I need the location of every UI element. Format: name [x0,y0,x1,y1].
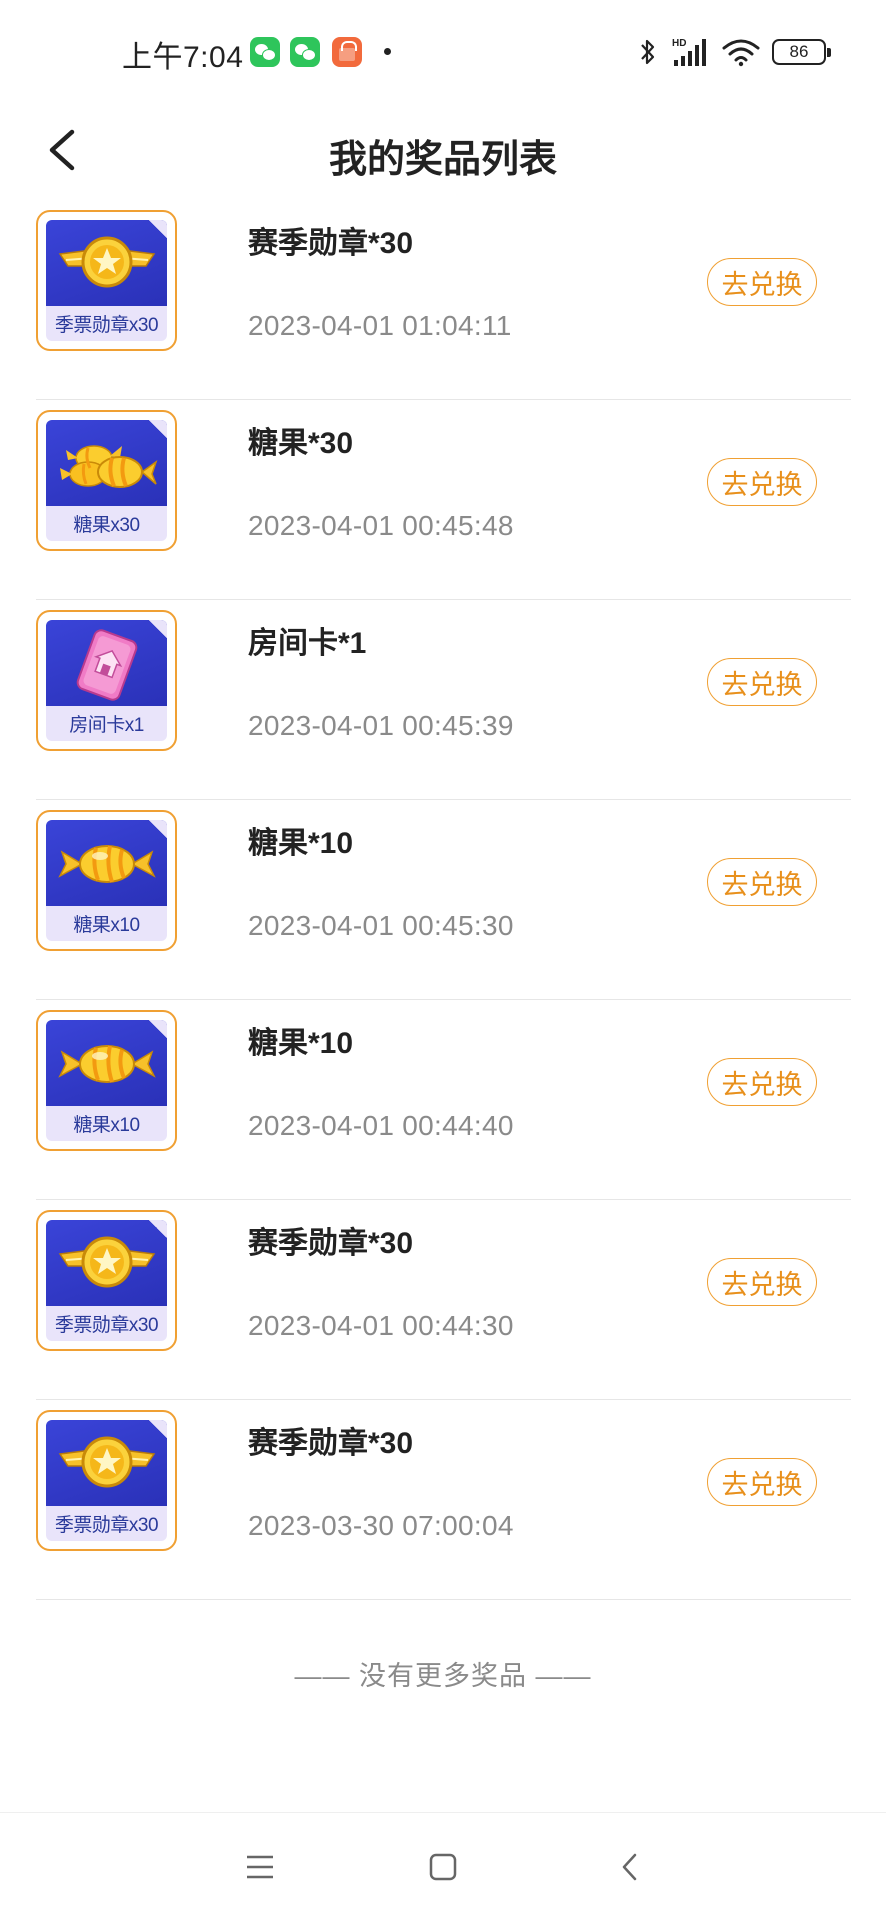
redeem-button[interactable]: 去兑换 [707,858,817,906]
nav-back-button[interactable] [606,1843,654,1891]
wechat-notification-icon [250,37,280,67]
prize-thumbnail: 季票勋章x30 [36,210,177,351]
no-more-prizes-text: —— 没有更多奖品 —— [294,1661,592,1691]
page-header: 我的奖品列表 [0,100,886,200]
prize-thumbnail: 糖果x30 [36,410,177,551]
prize-list-page: 上午7:04 HD 86 我的奖品列表 季票勋章x30 赛季勋章*30 2023… [0,0,886,1920]
system-navigation-bar [0,1812,886,1920]
battery-indicator: 86 [772,39,831,65]
prize-item: 房间卡x1 房间卡*1 2023-04-01 00:45:39 去兑换 [36,600,851,800]
prize-thumbnail: 季票勋章x30 [36,1410,177,1551]
prize-card: 季票勋章x30 [46,1420,167,1541]
medal-icon [52,1228,162,1303]
cellular-signal-icon: HD [672,38,706,66]
prize-timestamp: 2023-04-01 00:45:30 [248,910,514,941]
battery-level: 86 [789,42,809,61]
prize-thumbnail: 糖果x10 [36,1010,177,1151]
prize-item: 糖果x30 糖果*30 2023-04-01 00:45:48 去兑换 [36,400,851,600]
room-card-icon [52,628,162,707]
thumbnail-label: 糖果x30 [73,515,140,536]
thumbnail-label: 季票勋章x30 [54,1515,159,1536]
more-notifications-dot [384,48,391,55]
candy-icon [52,1028,162,1103]
thumbnail-label: 季票勋章x30 [54,1315,159,1336]
prize-item: 季票勋章x30 赛季勋章*30 2023-04-01 00:44:30 去兑换 [36,1200,851,1400]
prize-item: 季票勋章x30 赛季勋章*30 2023-03-30 07:00:04 去兑换 [36,1400,851,1600]
thumbnail-label: 糖果x10 [73,915,140,936]
prize-timestamp: 2023-04-01 00:44:40 [248,1110,514,1141]
prize-item: 季票勋章x30 赛季勋章*30 2023-04-01 01:04:11 去兑换 [36,200,851,400]
prize-name: 赛季勋章*30 [248,227,414,260]
redeem-button[interactable]: 去兑换 [707,458,817,506]
shopping-notification-icon [332,37,362,67]
home-button[interactable] [419,1843,467,1891]
prize-timestamp: 2023-04-01 00:44:30 [248,1310,514,1341]
prize-timestamp: 2023-04-01 00:45:48 [248,510,514,541]
bluetooth-icon [641,39,655,65]
prize-thumbnail: 糖果x10 [36,810,177,951]
prize-list: 季票勋章x30 赛季勋章*30 2023-04-01 01:04:11 去兑换 糖果x3… [36,200,851,1600]
wifi-icon [722,39,760,67]
thumbnail-label: 糖果x10 [73,1115,140,1136]
status-icons: HD 86 [638,34,831,70]
menu-button[interactable] [236,1843,284,1891]
prize-timestamp: 2023-03-30 07:00:04 [248,1510,514,1541]
redeem-button[interactable]: 去兑换 [707,1458,817,1506]
wechat-notification-icon [290,37,320,67]
prize-thumbnail: 季票勋章x30 [36,1210,177,1351]
prize-card: 季票勋章x30 [46,1220,167,1341]
medal-icon [52,1428,162,1503]
prize-name: 糖果*30 [248,427,354,460]
status-bar: 上午7:04 HD 86 [0,0,886,100]
prize-thumbnail: 房间卡x1 [36,610,177,751]
prize-card: 糖果x10 [46,1020,167,1141]
redeem-button[interactable]: 去兑换 [707,1258,817,1306]
prize-card: 季票勋章x30 [46,220,167,341]
redeem-button[interactable]: 去兑换 [707,258,817,306]
prize-name: 房间卡*1 [248,627,367,660]
prize-card: 糖果x10 [46,820,167,941]
prize-name: 糖果*10 [248,1027,354,1060]
status-time: 上午7:04 [122,41,244,74]
medal-icon [52,228,162,303]
prize-item: 糖果x10 糖果*10 2023-04-01 00:44:40 去兑换 [36,1000,851,1200]
svg-text:HD: HD [672,38,686,49]
redeem-button[interactable]: 去兑换 [707,658,817,706]
home-square-icon [429,1853,457,1881]
prize-name: 赛季勋章*30 [248,1427,414,1460]
prize-name: 赛季勋章*30 [248,1227,414,1260]
prize-timestamp: 2023-04-01 00:45:39 [248,710,514,741]
candy-pile-icon [52,428,162,503]
prize-name: 糖果*10 [248,827,354,860]
page-title: 我的奖品列表 [328,139,557,181]
prize-item: 糖果x10 糖果*10 2023-04-01 00:45:30 去兑换 [36,800,851,1000]
prize-timestamp: 2023-04-01 01:04:11 [248,310,512,341]
menu-icon [247,1855,273,1879]
prize-card: 糖果x30 [46,420,167,541]
candy-icon [52,828,162,903]
prize-card: 房间卡x1 [46,620,167,741]
thumbnail-label: 房间卡x1 [69,715,144,736]
thumbnail-label: 季票勋章x30 [54,315,159,336]
nav-back-icon [622,1853,637,1881]
redeem-button[interactable]: 去兑换 [707,1058,817,1106]
